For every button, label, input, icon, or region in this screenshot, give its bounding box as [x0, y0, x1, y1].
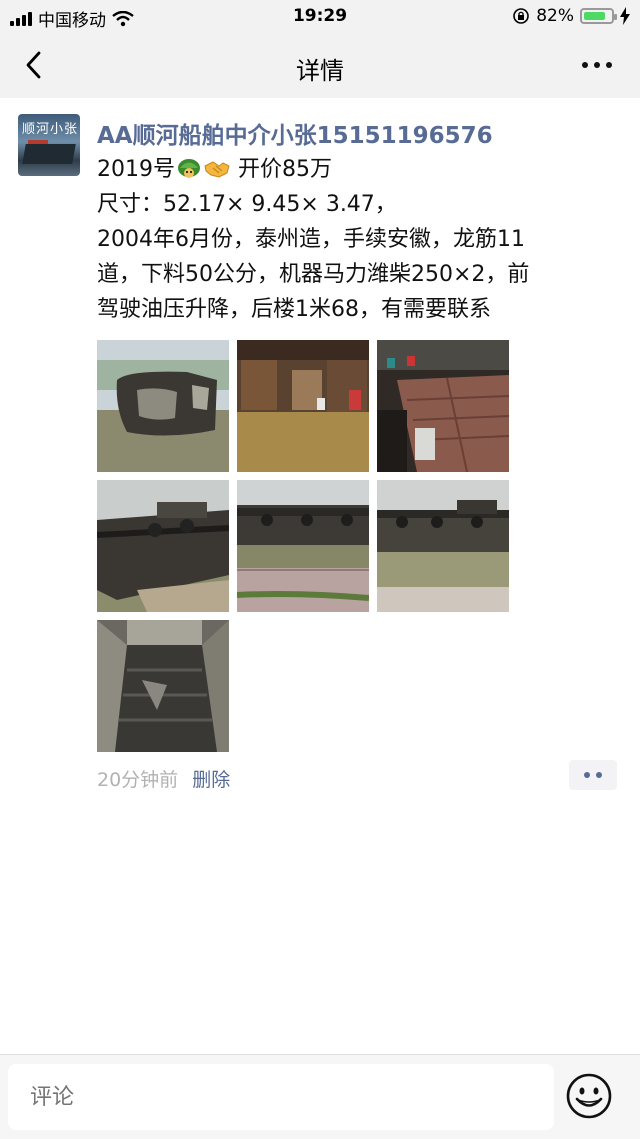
- charging-bolt-icon: [620, 7, 630, 25]
- handshake-icon: [204, 161, 230, 178]
- photo-ship-side-left[interactable]: [97, 480, 229, 612]
- post-line-3: 2004年6月份，泰州造，手续安徽，龙筋11: [97, 227, 525, 252]
- comment-bar: [0, 1054, 640, 1139]
- turtle-icon: [178, 159, 200, 178]
- photo-cabin-interior[interactable]: [237, 340, 369, 472]
- battery-icon: [580, 8, 617, 24]
- more-options-icon[interactable]: [582, 62, 612, 68]
- photo-ship-side-right[interactable]: [377, 480, 509, 612]
- author-name[interactable]: AA顺河船舶中介小张15151196576: [97, 116, 493, 150]
- comment-input[interactable]: [8, 1064, 554, 1130]
- photo-ship-hull-front[interactable]: [97, 340, 229, 472]
- moment-detail: 顺河小张 AA顺河船舶中介小张15151196576 2019号 开价85万 尺…: [0, 98, 640, 1054]
- post-line-2: 尺寸：52.17× 9.45× 3.47，: [97, 192, 397, 217]
- photo-cargo-hold[interactable]: [97, 620, 229, 752]
- delete-link[interactable]: 删除: [192, 769, 230, 791]
- battery-percent: 82%: [536, 6, 574, 26]
- emoji-face-icon[interactable]: [565, 1072, 613, 1120]
- status-bar: 中国移动 19:29 82%: [0, 0, 640, 34]
- photo-deck-hatch[interactable]: [377, 340, 509, 472]
- post-line-5: 驾驶油压升降，后楼1米68，有需要联系: [97, 297, 491, 322]
- avatar[interactable]: 顺河小张: [18, 114, 80, 176]
- post-text: 2019号 开价85万 尺寸：52.17× 9.45× 3.47， 2004年6…: [97, 152, 617, 327]
- page-title: 详情: [296, 57, 344, 85]
- rotation-lock-icon: [513, 8, 530, 24]
- nav-bar: 详情: [0, 34, 640, 98]
- post-line-1: 2019号 开价85万: [97, 152, 617, 187]
- post-time: 20分钟前: [97, 769, 179, 791]
- photo-ship-side-middle[interactable]: [237, 480, 369, 612]
- post-line-4: 道，下料50公分，机器马力潍柴250×2，前: [97, 262, 530, 287]
- comment-like-button[interactable]: [569, 760, 617, 790]
- post-meta: 20分钟前 删除: [97, 765, 230, 792]
- avatar-text: 顺河小张: [22, 122, 79, 137]
